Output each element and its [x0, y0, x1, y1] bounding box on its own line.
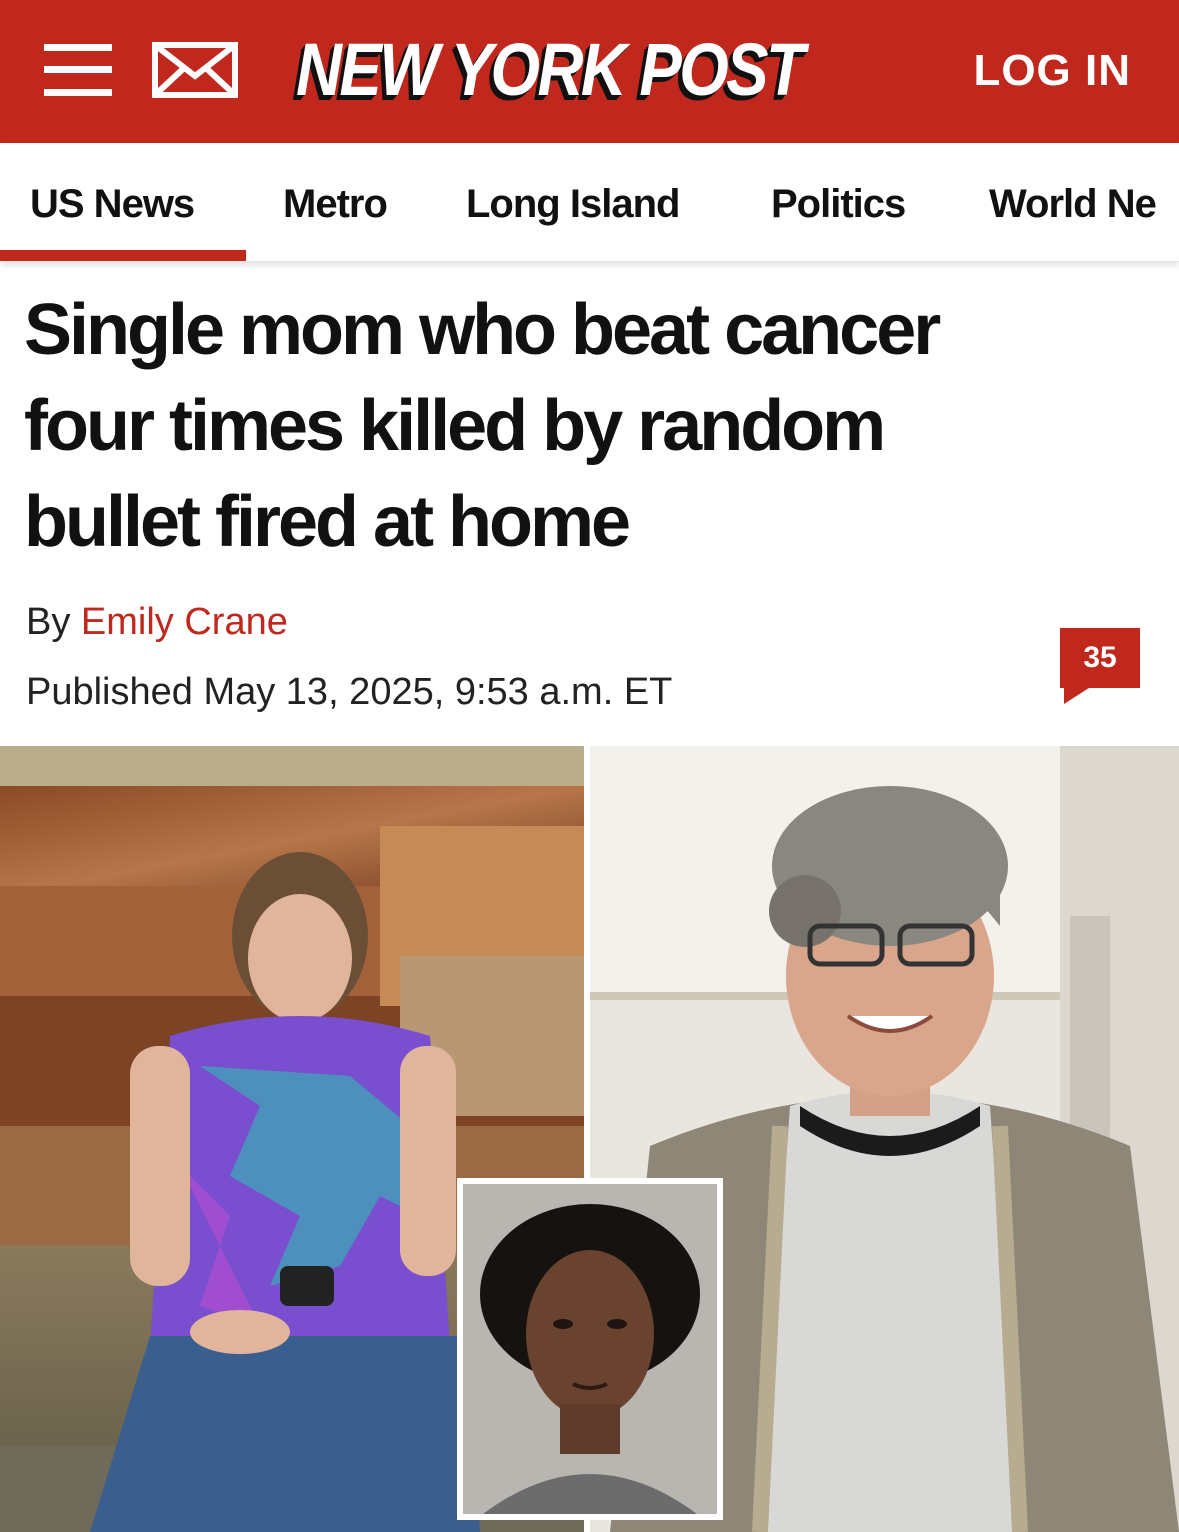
- nav-item-politics[interactable]: Politics: [771, 177, 906, 231]
- comment-bubble-tail: [1064, 686, 1092, 704]
- section-nav: US News Metro Long Island Politics World…: [0, 143, 1179, 262]
- hamburger-menu-icon[interactable]: [44, 44, 112, 96]
- byline-prefix: By: [26, 601, 71, 643]
- top-bar: NEW YORK POST LOG IN: [0, 0, 1179, 143]
- site-logo[interactable]: NEW YORK POST: [296, 22, 805, 118]
- nav-item-world-news[interactable]: World Ne: [989, 177, 1157, 231]
- nav-item-us-news[interactable]: US News: [30, 177, 195, 231]
- comment-count: 35: [1060, 628, 1140, 688]
- nav-item-metro[interactable]: Metro: [283, 177, 388, 231]
- published-date: Published May 13, 2025, 9:53 a.m. ET: [26, 671, 673, 713]
- byline: By Emily Crane: [26, 596, 288, 648]
- nav-item-long-island[interactable]: Long Island: [466, 177, 680, 231]
- active-nav-indicator: [0, 250, 246, 261]
- headline-line-2: four times killed by random: [24, 386, 886, 466]
- author-link[interactable]: Emily Crane: [81, 601, 288, 643]
- mugshot-photo[interactable]: [457, 1178, 723, 1520]
- headline-line-1: Single mom who beat cancer: [24, 290, 941, 370]
- comments-button[interactable]: 35: [1060, 628, 1140, 706]
- envelope-icon[interactable]: [152, 42, 238, 98]
- login-button[interactable]: LOG IN: [973, 46, 1131, 96]
- headline-line-3: bullet fired at home: [24, 482, 631, 562]
- article-headline: Single mom who beat cancer four times ki…: [24, 282, 1159, 570]
